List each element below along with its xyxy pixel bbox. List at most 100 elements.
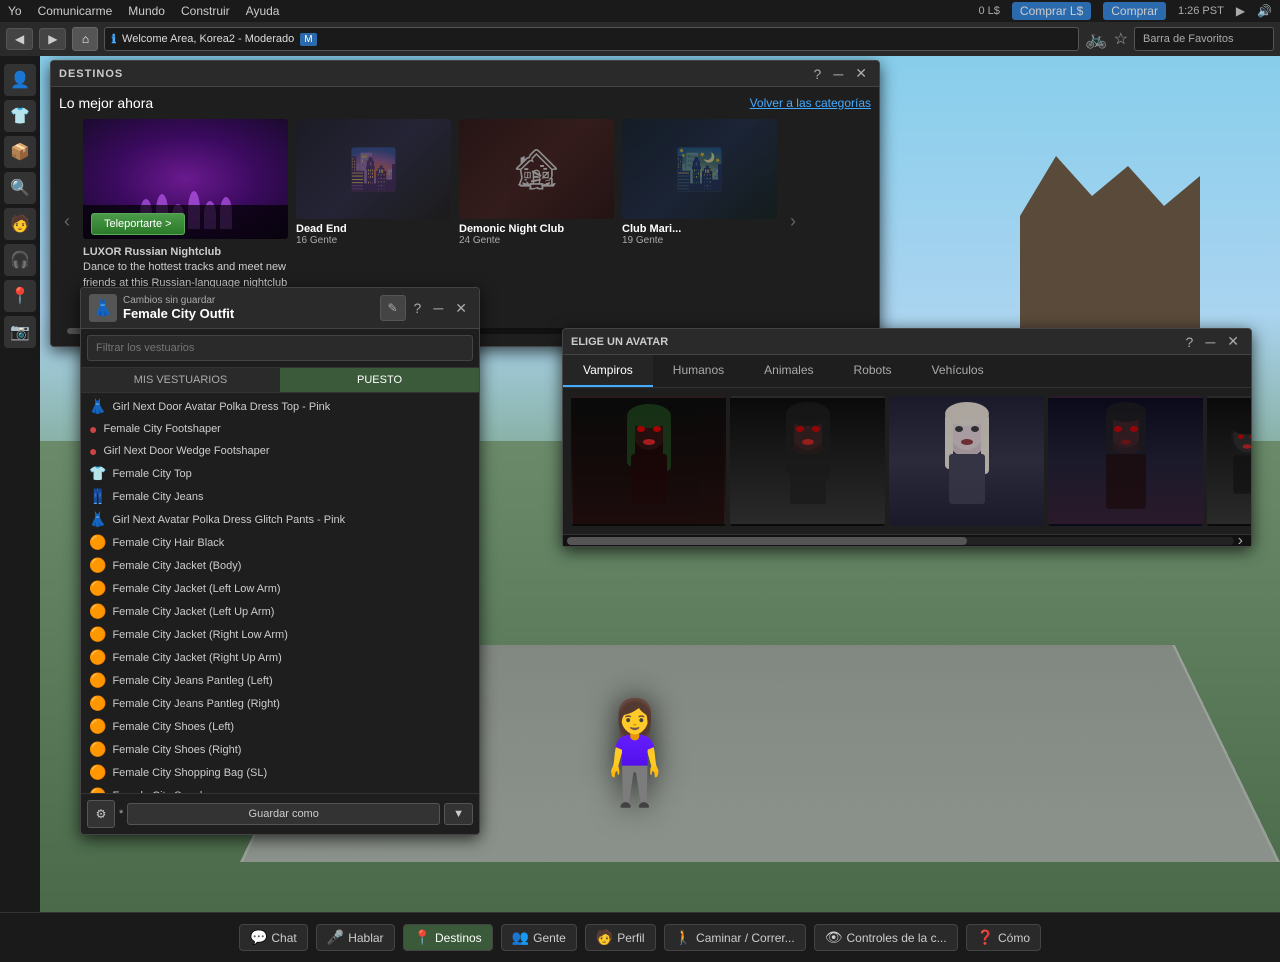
tab-puesto[interactable]: PUESTO — [280, 368, 479, 392]
menu-mundo[interactable]: Mundo — [128, 4, 165, 18]
apariencia-close[interactable]: ✕ — [451, 300, 471, 317]
star-icon[interactable]: ☆ — [1114, 29, 1128, 49]
outfit-item-17[interactable]: 🟠 Female City Sunglasses — [81, 784, 479, 793]
menu-ayuda[interactable]: Ayuda — [246, 4, 280, 18]
outfit-item-14[interactable]: 🟠 Female City Shoes (Left) — [81, 715, 479, 738]
apariencia-minimize[interactable]: ─ — [429, 300, 447, 316]
edit-outfit-button[interactable]: ✎ — [380, 295, 406, 321]
gente-button[interactable]: 👥 Gente — [501, 924, 577, 951]
outfit-item-0[interactable]: 👗 Girl Next Door Avatar Polka Dress Top … — [81, 395, 479, 418]
audio-icon[interactable]: 🎧 — [4, 244, 36, 276]
apariencia-help[interactable]: ? — [410, 300, 426, 316]
caminar-button[interactable]: 🚶 Caminar / Correr... — [664, 924, 806, 951]
outfit-item-10[interactable]: 🟠 Female City Jacket (Right Low Arm) — [81, 623, 479, 646]
como-button[interactable]: ❓ Cómo — [966, 924, 1041, 951]
outfit-item-2[interactable]: ● Girl Next Door Wedge Footshaper — [81, 440, 479, 462]
dest-demonic[interactable]: 🏚 Demonic Night Club 24 Gente — [459, 119, 614, 324]
menu-yo[interactable]: Yo — [8, 4, 22, 18]
outfit-item-3[interactable]: 👕 Female City Top — [81, 462, 479, 485]
tab-humanos[interactable]: Humanos — [653, 355, 744, 387]
scroll-left-arrow[interactable]: ‹ — [59, 119, 75, 324]
tab-mis-vestuarios[interactable]: MIS VESTUARIOS — [81, 368, 280, 392]
item-icon-14: 🟠 — [89, 718, 106, 735]
avatar-card-1[interactable] — [571, 396, 726, 526]
avatar-card-4[interactable] — [1048, 396, 1203, 526]
tab-robots[interactable]: Robots — [834, 355, 912, 387]
apariencia-bottom: ⚙ * Guardar como ▼ — [81, 793, 479, 834]
forward-button[interactable]: ▶ — [39, 28, 66, 50]
avatar-card-3[interactable] — [889, 396, 1044, 526]
item-icon-6: 🟠 — [89, 534, 106, 551]
people-icon[interactable]: 👤 — [4, 64, 36, 96]
home-button[interactable]: ⌂ — [72, 27, 98, 51]
chat-button[interactable]: 💬 Chat — [239, 924, 308, 951]
item-name-6: Female City Hair Black — [112, 537, 224, 549]
destinos-button[interactable]: 📍 Destinos — [403, 924, 493, 951]
outfit-item-5[interactable]: 👗 Girl Next Avatar Polka Dress Glitch Pa… — [81, 508, 479, 531]
controles-button[interactable]: 👁 Controles de la c... — [814, 924, 958, 951]
inventory-icon[interactable]: 📦 — [4, 136, 36, 168]
avatar-card-5[interactable] — [1207, 396, 1251, 526]
avatar-figure-5 — [1209, 398, 1251, 524]
menu-comunicarme[interactable]: Comunicarme — [38, 4, 113, 18]
outfit-search-input[interactable] — [87, 335, 473, 361]
destinos-minimize[interactable]: ─ — [829, 66, 847, 82]
menu-construir[interactable]: Construir — [181, 4, 230, 18]
address-bar[interactable]: ℹ Welcome Area, Korea2 - Moderado M — [104, 27, 1079, 51]
item-icon-0: 👗 — [89, 398, 106, 415]
search-icon[interactable]: 🔍 — [4, 172, 36, 204]
save-dropdown-button[interactable]: ▼ — [444, 803, 473, 825]
teleport-button[interactable]: Teleportarte > — [91, 213, 185, 235]
avatar-minimize[interactable]: ─ — [1201, 334, 1219, 350]
dest-club-mari[interactable]: 🌃 Club Mari... 19 Gente — [622, 119, 777, 324]
avatar-help[interactable]: ? — [1182, 334, 1198, 350]
outfit-item-15[interactable]: 🟠 Female City Shoes (Right) — [81, 738, 479, 761]
item-icon-8: 🟠 — [89, 580, 106, 597]
snapshot-icon[interactable]: 📷 — [4, 316, 36, 348]
outfit-item-13[interactable]: 🟠 Female City Jeans Pantleg (Right) — [81, 692, 479, 715]
shirt-icon[interactable]: 👕 — [4, 100, 36, 132]
item-icon-5: 👗 — [89, 511, 106, 528]
outfit-item-8[interactable]: 🟠 Female City Jacket (Left Low Arm) — [81, 577, 479, 600]
profile-icon[interactable]: 🧑 — [4, 208, 36, 240]
outfit-item-7[interactable]: 🟠 Female City Jacket (Body) — [81, 554, 479, 577]
scroll-track[interactable] — [567, 537, 1234, 545]
outfit-item-16[interactable]: 🟠 Female City Shopping Bag (SL) — [81, 761, 479, 784]
featured-overlay: Teleportarte > — [83, 205, 288, 239]
outfit-item-12[interactable]: 🟠 Female City Jeans Pantleg (Left) — [81, 669, 479, 692]
outfit-item-9[interactable]: 🟠 Female City Jacket (Left Up Arm) — [81, 600, 479, 623]
gear-button[interactable]: ⚙ — [87, 800, 115, 828]
outfit-item-6[interactable]: 🟠 Female City Hair Black — [81, 531, 479, 554]
volume-icon[interactable]: 🔊 — [1257, 4, 1272, 18]
hablar-icon: 🎤 — [327, 929, 344, 946]
destinos-close[interactable]: ✕ — [851, 65, 871, 82]
perfil-button[interactable]: 🧑 Perfil — [585, 924, 656, 951]
hablar-button[interactable]: 🎤 Hablar — [316, 924, 395, 951]
avatar-card-2[interactable] — [730, 396, 885, 526]
save-button[interactable]: Guardar como — [127, 803, 440, 825]
item-name-0: Girl Next Door Avatar Polka Dress Top - … — [112, 401, 330, 413]
apariencia-search-area — [81, 329, 479, 368]
buy-button[interactable]: Comprar — [1103, 2, 1166, 20]
outfit-item-4[interactable]: 👖 Female City Jeans — [81, 485, 479, 508]
avatar-chooser-window: ELIGE UN AVATAR ? ─ ✕ Vampiros Humanos A… — [562, 328, 1252, 547]
avatar-title: ELIGE UN AVATAR — [571, 336, 668, 348]
back-button[interactable]: ◀ — [6, 28, 33, 50]
destinos-help[interactable]: ? — [810, 66, 826, 82]
tab-animales[interactable]: Animales — [744, 355, 833, 387]
moderado-badge: M — [300, 33, 316, 46]
outfit-item-11[interactable]: 🟠 Female City Jacket (Right Up Arm) — [81, 646, 479, 669]
avatar-close[interactable]: ✕ — [1223, 333, 1243, 350]
map-icon[interactable]: 📍 — [4, 280, 36, 312]
scroll-right[interactable]: › — [1234, 532, 1247, 550]
nav-bar: ◀ ▶ ⌂ ℹ Welcome Area, Korea2 - Moderado … — [0, 22, 1280, 56]
stream-icon[interactable]: ▶ — [1236, 4, 1245, 18]
item-name-9: Female City Jacket (Left Up Arm) — [112, 606, 274, 618]
back-to-categories[interactable]: Volver a las categorías — [750, 96, 871, 110]
tab-vehiculos[interactable]: Vehículos — [912, 355, 1004, 387]
scroll-right-arrow[interactable]: › — [785, 119, 801, 324]
outfit-item-1[interactable]: ● Female City Footshaper — [81, 418, 479, 440]
tab-vampiros[interactable]: Vampiros — [563, 355, 653, 387]
buy-l-button[interactable]: Comprar L$ — [1012, 2, 1091, 20]
destinos-btn-label: Destinos — [435, 931, 482, 945]
